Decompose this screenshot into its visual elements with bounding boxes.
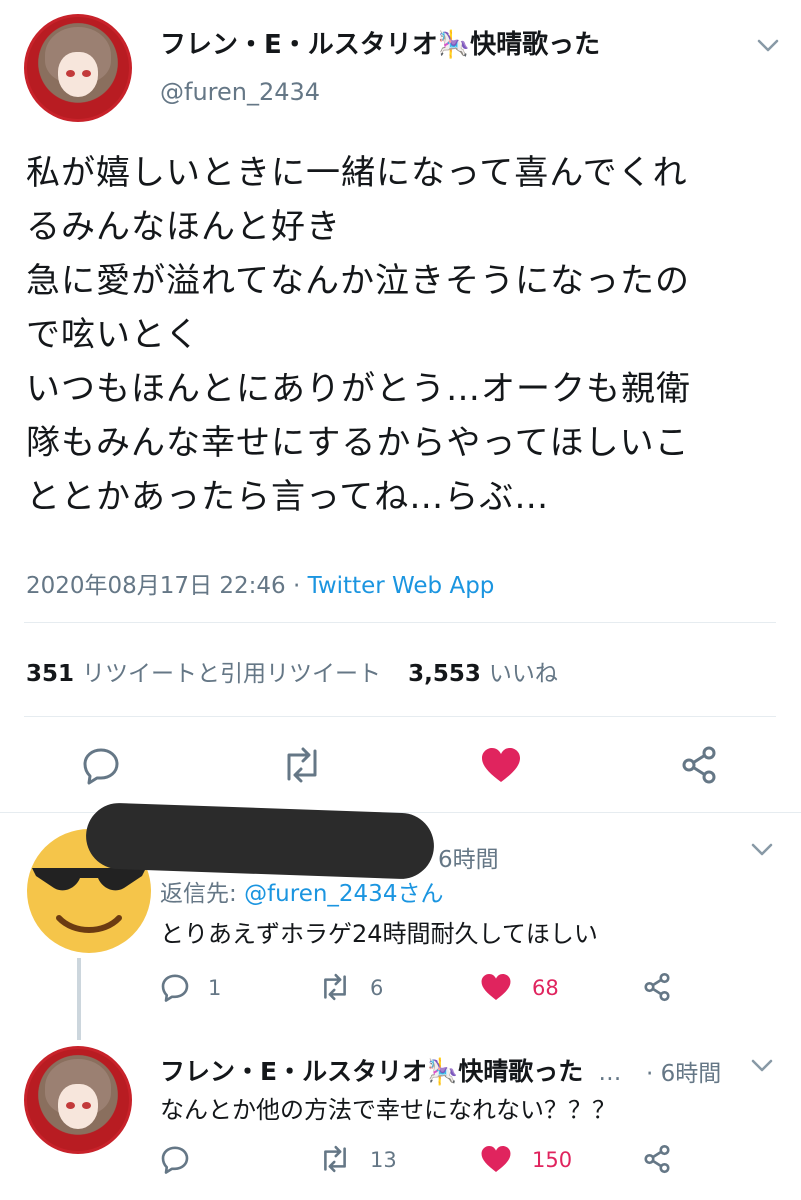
tweet-source-link[interactable]: Twitter Web App xyxy=(308,573,495,599)
reply2-author-name[interactable]: フレン・E・ルスタリオ🎠快晴歌った xyxy=(160,1057,583,1086)
tweet-text-line: いつもほんとにありがとう…オークも親衛 xyxy=(26,369,691,409)
retweet-icon[interactable] xyxy=(276,742,328,788)
likes-stat[interactable]: 3,553 いいね xyxy=(408,661,558,687)
divider xyxy=(24,622,776,623)
thread-line xyxy=(77,958,81,1040)
tweet-text-line: 私が嬉しいときに一緒になって喜んでくれ xyxy=(26,153,688,193)
reply2-text: なんとか他の方法で幸せになれない？？？ xyxy=(160,1096,616,1124)
chevron-down-icon[interactable] xyxy=(746,834,778,866)
reply1-actions: 1 6 68 xyxy=(158,970,718,1006)
like-icon[interactable] xyxy=(478,970,514,1004)
tweet-text-line: で呟いとく xyxy=(26,315,200,355)
reply-count: 1 xyxy=(208,976,222,1000)
replying-mention-link[interactable]: @furen_2434さん xyxy=(244,881,443,907)
retweet-icon[interactable] xyxy=(316,1142,354,1176)
redacted-username xyxy=(84,801,436,881)
share-icon[interactable] xyxy=(640,970,674,1004)
reply1-text: とりあえずホラゲ24時間耐久してほしい xyxy=(160,920,598,948)
tweet-text-line: 急に愛が溢れてなんか泣きそうになったの xyxy=(26,261,690,301)
retweets-stat[interactable]: 351 リツイートと引用リツイート xyxy=(26,661,381,687)
reply2-time[interactable]: · 6時間 xyxy=(646,1054,721,1088)
reply2-actions: 13 150 xyxy=(158,1142,718,1178)
likes-label: いいね xyxy=(488,661,558,687)
divider xyxy=(24,716,776,717)
retweet-icon[interactable] xyxy=(316,970,354,1004)
tweet-timestamp[interactable]: 2020年08月17日 22:46 xyxy=(26,573,286,599)
retweet-count: 6 xyxy=(370,976,384,1000)
tweet-text-line: るみんなほんと好き xyxy=(26,207,341,247)
tweet-meta: 2020年08月17日 22:46 · Twitter Web App xyxy=(26,566,494,600)
name-ellipsis: … xyxy=(598,1060,622,1086)
tweet-stats: 351 リツイートと引用リツイート 3,553 いいね xyxy=(26,654,558,688)
chevron-down-icon[interactable] xyxy=(746,1050,778,1082)
share-icon[interactable] xyxy=(640,1142,674,1176)
like-icon[interactable] xyxy=(478,1142,514,1176)
reply2-avatar[interactable] xyxy=(24,1046,132,1154)
tweet-text-line: 隊もみんな幸せにするからやってほしいこ xyxy=(26,423,690,463)
reply1-time[interactable]: 6時間 xyxy=(438,840,499,874)
reply-icon[interactable] xyxy=(158,970,192,1004)
author-avatar[interactable] xyxy=(24,14,132,122)
likes-count: 3,553 xyxy=(408,661,481,687)
tweet-text-line: ととかあったら言ってね…らぶ… xyxy=(26,477,550,517)
tweet-text: 私が嬉しいときに一緒になって喜んでくれ るみんなほんと好き 急に愛が溢れてなんか… xyxy=(26,146,786,524)
chevron-down-icon[interactable] xyxy=(752,30,784,62)
like-count: 68 xyxy=(532,976,559,1000)
retweets-label: リツイートと引用リツイート xyxy=(82,661,382,687)
replying-to: 返信先: @furen_2434さん xyxy=(160,874,443,908)
reply-icon[interactable] xyxy=(78,742,124,788)
like-count: 150 xyxy=(532,1148,573,1172)
share-icon[interactable] xyxy=(676,742,722,788)
author-handle[interactable]: @furen_2434 xyxy=(160,78,320,106)
like-icon[interactable] xyxy=(478,742,524,788)
replying-prefix: 返信先: xyxy=(160,881,245,907)
meta-separator: · xyxy=(285,573,308,599)
author-name[interactable]: フレン・E・ルスタリオ🎠快晴歌った xyxy=(160,24,600,61)
retweet-count: 13 xyxy=(370,1148,397,1172)
retweets-count: 351 xyxy=(26,661,75,687)
reply-icon[interactable] xyxy=(158,1142,192,1176)
